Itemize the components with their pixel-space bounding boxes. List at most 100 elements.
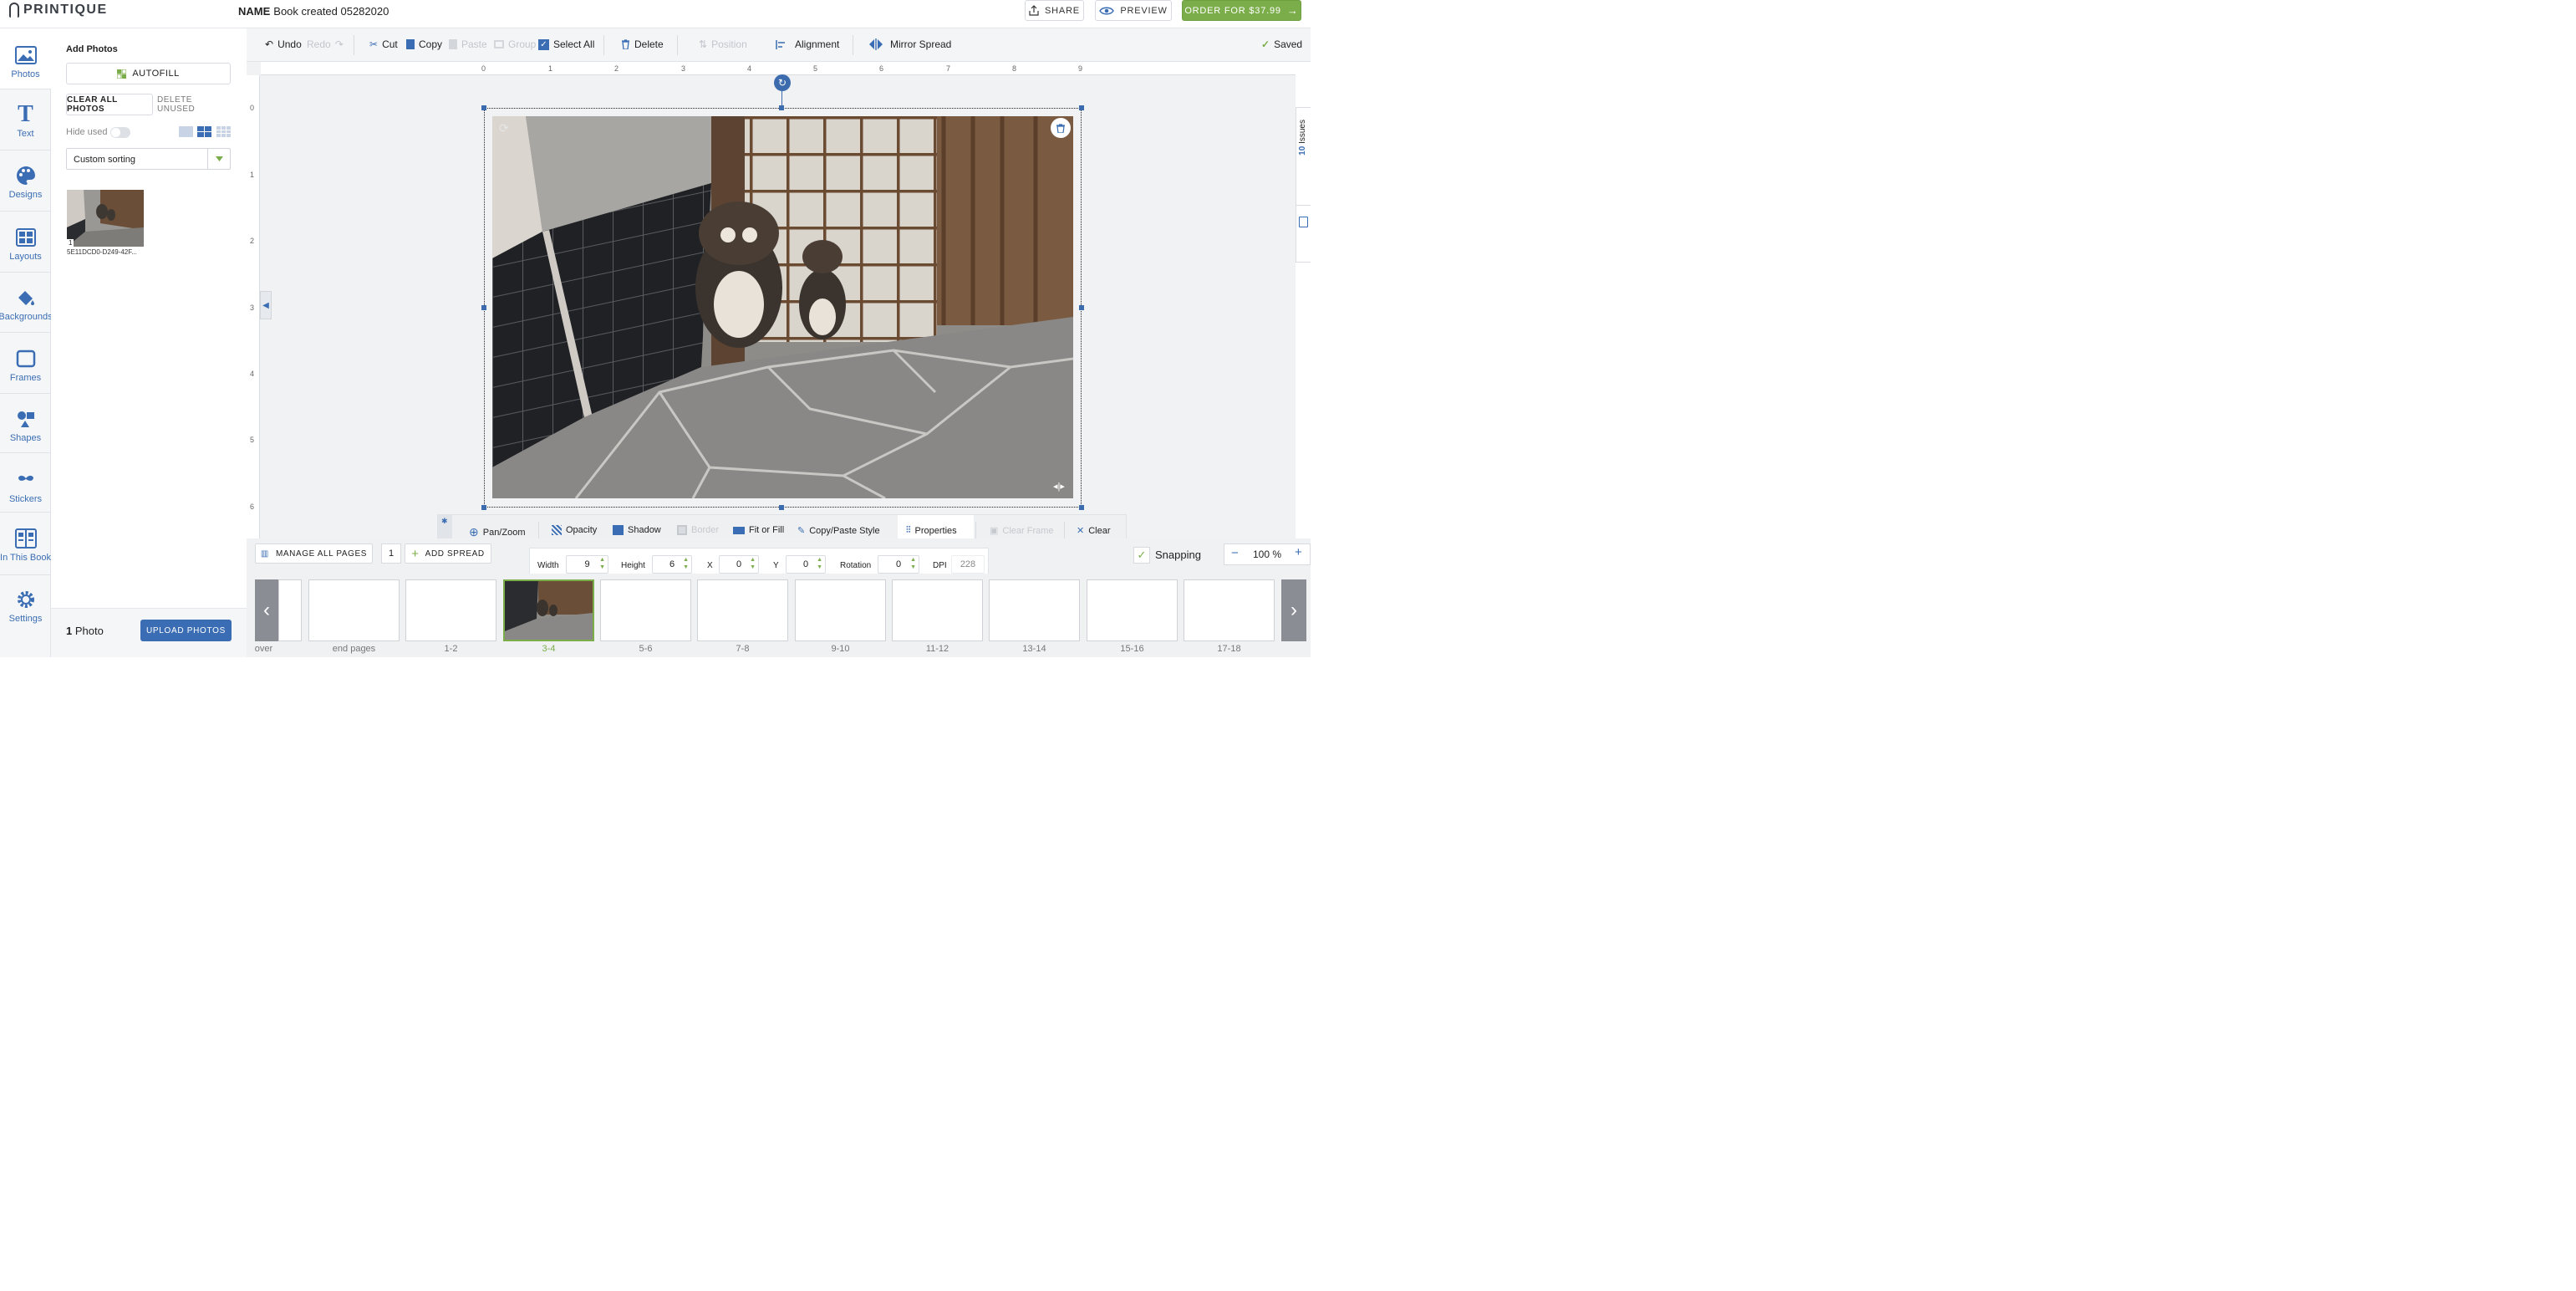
chevron-down-icon bbox=[207, 149, 230, 169]
rail-item-text[interactable]: T Text bbox=[0, 89, 51, 150]
rail-item-frames[interactable]: Frames bbox=[0, 333, 51, 393]
share-icon bbox=[1029, 5, 1039, 16]
resize-handle[interactable] bbox=[779, 105, 784, 110]
alignment-button[interactable]: Alignment bbox=[776, 38, 839, 50]
share-button[interactable]: SHARE bbox=[1025, 0, 1084, 21]
position-button[interactable]: ⇅ Position bbox=[699, 38, 747, 50]
rotate-small-icon[interactable]: ⟳ bbox=[499, 121, 509, 135]
manage-all-pages-button[interactable]: ▥ MANAGE ALL PAGES bbox=[255, 543, 373, 564]
page-thumb-5-6[interactable] bbox=[600, 579, 691, 641]
copy-button[interactable]: Copy bbox=[406, 38, 442, 50]
cut-button[interactable]: ✂ Cut bbox=[369, 38, 398, 50]
rail-label: Backgrounds bbox=[0, 312, 53, 322]
page-thumb-15-16[interactable] bbox=[1087, 579, 1178, 641]
copy-paste-style-button[interactable]: ✎ Copy/Paste Style bbox=[797, 525, 880, 537]
sorting-select[interactable]: Custom sorting bbox=[66, 148, 231, 170]
rotate-handle-icon[interactable]: ↻ bbox=[774, 74, 791, 91]
rail-item-settings[interactable]: Settings bbox=[0, 575, 51, 637]
clear-frame-button[interactable]: ▣ Clear Frame bbox=[990, 525, 1054, 537]
collapse-panel-button[interactable]: ◀ bbox=[260, 291, 272, 319]
resize-handle[interactable] bbox=[779, 505, 784, 510]
resize-handle[interactable] bbox=[481, 305, 486, 310]
y-input[interactable]: 0 ▲ ▼ bbox=[786, 555, 826, 574]
rail-item-in-this-book[interactable]: In This Book bbox=[0, 513, 51, 574]
preview-button[interactable]: PREVIEW bbox=[1095, 0, 1172, 21]
add-spread-button[interactable]: + ADD SPREAD bbox=[405, 543, 491, 564]
shadow-button[interactable]: Shadow bbox=[613, 525, 661, 535]
large-grid-icon[interactable] bbox=[179, 126, 193, 137]
page-thumb-1-2[interactable] bbox=[405, 579, 496, 641]
width-input[interactable]: 9 ▲ ▼ bbox=[566, 555, 608, 574]
book-name-value[interactable]: Book created 05282020 bbox=[273, 5, 389, 18]
sliders-icon: ⫶⫶ bbox=[906, 525, 911, 535]
page-thumb-9-10[interactable] bbox=[795, 579, 886, 641]
delete-label: Delete bbox=[634, 38, 664, 50]
ruler-tick-label: 3 bbox=[250, 304, 255, 312]
page-thumb-cover[interactable] bbox=[278, 579, 302, 641]
page-thumb-7-8[interactable] bbox=[697, 579, 788, 641]
order-button[interactable]: ORDER FOR $37.99 → bbox=[1182, 0, 1301, 21]
border-button[interactable]: Border bbox=[677, 525, 719, 535]
paste-button[interactable]: Paste bbox=[449, 38, 487, 50]
delete-photo-icon[interactable] bbox=[1051, 118, 1071, 138]
alignment-label: Alignment bbox=[795, 38, 840, 50]
clear-button[interactable]: ✕ Clear bbox=[1077, 525, 1111, 537]
opacity-label: Opacity bbox=[566, 525, 598, 535]
fit-fill-button[interactable]: Fit or Fill bbox=[733, 525, 784, 535]
resize-handle[interactable] bbox=[481, 505, 486, 510]
hide-used-toggle[interactable] bbox=[110, 127, 130, 138]
zoom-out-icon[interactable]: − bbox=[1231, 546, 1239, 560]
spread-photo[interactable]: ⟳ ◂|▸ bbox=[492, 116, 1073, 498]
opacity-button[interactable]: Opacity bbox=[552, 525, 597, 535]
rail-item-shapes[interactable]: Shapes bbox=[0, 394, 51, 452]
prev-pages-button[interactable]: ‹ bbox=[255, 579, 278, 641]
resize-handle[interactable] bbox=[1079, 305, 1084, 310]
page-thumb-13-14[interactable] bbox=[989, 579, 1080, 641]
select-all-button[interactable]: ✓ Select All bbox=[538, 38, 594, 50]
copy-icon bbox=[406, 39, 415, 49]
next-pages-button[interactable]: › bbox=[1281, 579, 1306, 641]
opacity-icon bbox=[552, 525, 562, 535]
printique-logo[interactable]: PRINTIQUE bbox=[9, 3, 108, 18]
ruler-tick-label: 9 bbox=[1078, 64, 1083, 73]
small-grid-icon[interactable] bbox=[216, 126, 231, 137]
rail-item-layouts[interactable]: Layouts bbox=[0, 212, 51, 272]
page-thumb-end-pages[interactable] bbox=[308, 579, 400, 641]
autofill-button[interactable]: AUTOFILL bbox=[66, 63, 231, 84]
delete-button[interactable]: Delete bbox=[621, 38, 664, 50]
paintbrush-icon: ✎ bbox=[797, 526, 806, 536]
medium-grid-icon[interactable] bbox=[197, 126, 211, 137]
page-thumb-11-12[interactable] bbox=[892, 579, 983, 641]
page-number-field[interactable]: 1 bbox=[381, 543, 401, 564]
resize-handle[interactable] bbox=[1079, 105, 1084, 110]
pan-zoom-button[interactable]: ⊕ Pan/Zoom bbox=[469, 525, 525, 539]
book-name[interactable]: NAME Book created 05282020 bbox=[238, 5, 389, 18]
x-input[interactable]: 0 ▲ ▼ bbox=[719, 555, 759, 574]
photo-thumbnail[interactable]: 1 bbox=[67, 190, 144, 247]
rotation-input[interactable]: 0 ▲ ▼ bbox=[878, 555, 919, 574]
rail-item-backgrounds[interactable]: Backgrounds bbox=[0, 273, 53, 333]
mirror-spread-button[interactable]: Mirror Spread bbox=[868, 38, 951, 50]
height-input[interactable]: 6 ▲ ▼ bbox=[652, 555, 692, 574]
resize-handle[interactable] bbox=[481, 105, 486, 110]
issues-count: 10 bbox=[1298, 145, 1307, 156]
undo-button[interactable]: ↶ Undo bbox=[265, 38, 302, 50]
page-thumb-17-18[interactable] bbox=[1184, 579, 1275, 641]
shadow-icon bbox=[613, 525, 624, 535]
upload-photos-button[interactable]: UPLOAD PHOTOS bbox=[140, 620, 232, 641]
ruler-tick-label: 8 bbox=[1012, 64, 1017, 73]
ruler-tick-label: 7 bbox=[946, 64, 951, 73]
delete-unused-button[interactable]: DELETE UNUSED bbox=[156, 94, 231, 115]
resize-handle[interactable] bbox=[1079, 505, 1084, 510]
issues-side-tab[interactable]: 10 Issues bbox=[1296, 107, 1311, 263]
rail-item-photos[interactable]: Photos bbox=[0, 28, 51, 89]
group-button[interactable]: Group bbox=[494, 38, 536, 50]
rail-item-stickers[interactable]: Stickers bbox=[0, 453, 51, 512]
swap-icon[interactable]: ◂|▸ bbox=[1053, 481, 1065, 492]
snapping-checkbox[interactable]: ✓ bbox=[1133, 547, 1150, 564]
page-thumb-3-4[interactable] bbox=[503, 579, 594, 641]
clear-all-photos-button[interactable]: CLEAR ALL PHOTOS bbox=[66, 94, 153, 115]
rail-item-designs[interactable]: Designs bbox=[0, 151, 51, 211]
redo-button[interactable]: Redo ↷ bbox=[307, 38, 344, 50]
zoom-in-icon[interactable]: + bbox=[1295, 545, 1302, 559]
